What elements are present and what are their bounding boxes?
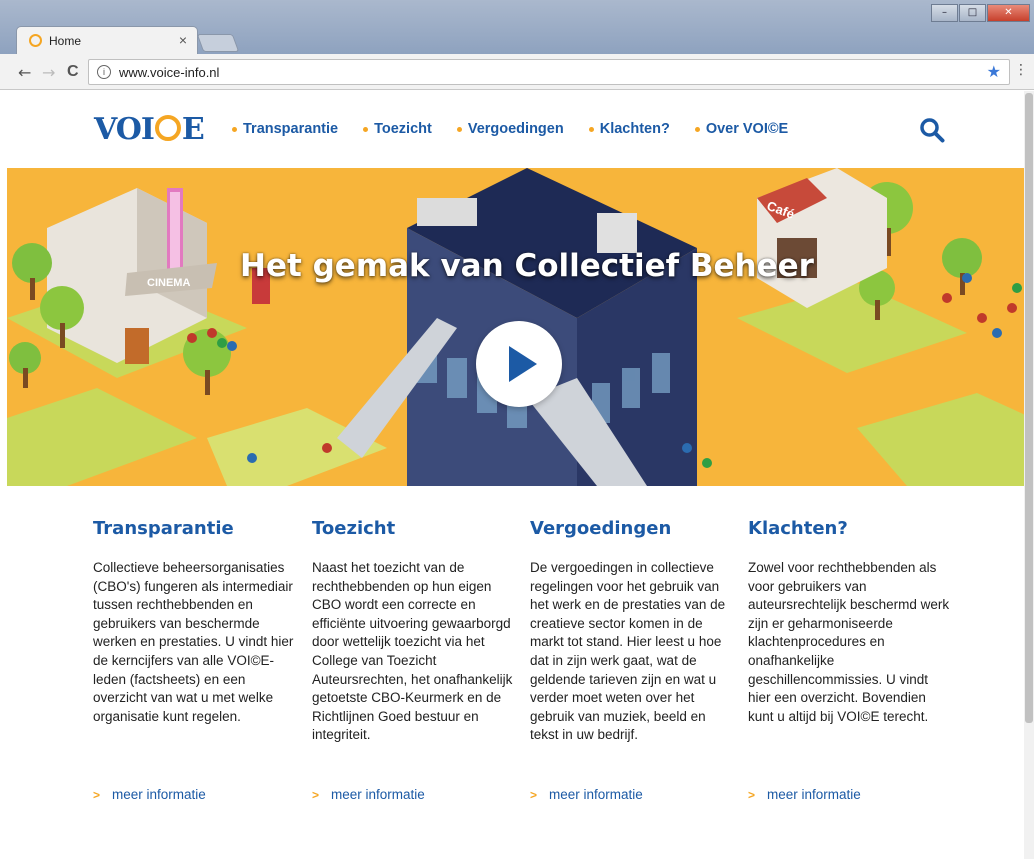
column-toezicht: Toezicht Naast het toezicht van de recht… xyxy=(312,518,517,802)
link-label: meer informatie xyxy=(331,787,425,802)
hero-banner: CINEMA Café Het gemak van Collectief Beh… xyxy=(7,168,1032,486)
bullet-icon xyxy=(588,126,594,132)
column-klachten: Klachten? Zowel voor rechthebbenden als … xyxy=(748,518,953,802)
hero-title: Het gemak van Collectief Beheer xyxy=(240,248,814,284)
link-label: meer informatie xyxy=(112,787,206,802)
nav-item-toezicht[interactable]: Toezicht xyxy=(363,121,432,137)
url-text[interactable]: www.voice-info.nl xyxy=(119,65,219,80)
minimize-button[interactable]: – xyxy=(931,4,958,22)
column-vergoedingen: Vergoedingen De vergoedingen in collecti… xyxy=(530,518,735,802)
voice-logo[interactable]: VOI E xyxy=(94,112,205,147)
nav-item-klachten[interactable]: Klachten? xyxy=(588,121,670,137)
browser-toolbar: ← → C i www.voice-info.nl ★ ⋮ xyxy=(0,54,1034,90)
window-controls: – □ ✕ xyxy=(930,4,1030,22)
column-transparantie: Transparantie Collectieve beheersorganis… xyxy=(93,518,298,802)
logo-text-left: VOI xyxy=(94,112,155,147)
back-button[interactable]: ← xyxy=(18,63,31,82)
nav-item-vergoedingen[interactable]: Vergoedingen xyxy=(456,121,564,137)
more-info-link[interactable]: > meer informatie xyxy=(312,787,517,802)
column-title: Transparantie xyxy=(93,518,234,539)
info-icon[interactable]: i xyxy=(97,65,111,79)
nav-label: Over VOI©E xyxy=(705,121,789,137)
logo-text-right: E xyxy=(181,112,205,147)
tab-title: Home xyxy=(49,34,82,48)
favicon-icon xyxy=(29,34,42,47)
more-info-link[interactable]: > meer informatie xyxy=(748,787,953,802)
bullet-icon xyxy=(694,126,700,132)
reload-button[interactable]: C xyxy=(67,63,79,81)
site-header: VOI E Transparantie Toezicht Vergoedingen… xyxy=(0,91,1034,168)
new-tab-button[interactable] xyxy=(196,34,240,52)
nav-item-over-voice[interactable]: Over VOI©E xyxy=(694,121,789,137)
column-title: Vergoedingen xyxy=(530,518,672,539)
column-body: Zowel voor rechthebbenden als voor gebru… xyxy=(748,560,950,724)
column-body: Collectieve beheersorganisaties (CBO's) … xyxy=(93,560,294,724)
scrollbar-thumb[interactable] xyxy=(1025,93,1033,723)
browser-menu-icon[interactable]: ⋮ xyxy=(1014,62,1028,78)
nav-item-transparantie[interactable]: Transparantie xyxy=(232,121,338,137)
nav-label: Vergoedingen xyxy=(467,121,564,137)
play-video-button[interactable] xyxy=(476,321,562,407)
address-bar[interactable]: i www.voice-info.nl ★ xyxy=(88,59,1010,85)
bullet-icon xyxy=(232,126,237,132)
feature-columns: Transparantie Collectieve beheersorganis… xyxy=(93,518,993,828)
maximize-button[interactable]: □ xyxy=(959,4,986,22)
column-body: Naast het toezicht van de rechthebbenden… xyxy=(312,560,513,743)
bullet-icon xyxy=(363,126,369,132)
nav-label: Toezicht xyxy=(374,121,432,137)
link-label: meer informatie xyxy=(767,787,861,802)
nav-label: Klachten? xyxy=(599,121,670,137)
link-label: meer informatie xyxy=(549,787,643,802)
chevron-right-icon: > xyxy=(748,787,756,802)
column-title: Klachten? xyxy=(748,518,848,539)
chevron-right-icon: > xyxy=(312,787,320,802)
more-info-link[interactable]: > meer informatie xyxy=(530,787,735,802)
column-title: Toezicht xyxy=(312,518,396,539)
logo-ring-icon xyxy=(154,115,181,141)
browser-tab[interactable]: Home × xyxy=(16,26,198,54)
chevron-right-icon: > xyxy=(93,787,101,802)
tab-close-icon[interactable]: × xyxy=(179,32,187,48)
bullet-icon xyxy=(456,126,462,132)
chevron-right-icon: > xyxy=(530,787,538,802)
forward-button[interactable]: → xyxy=(42,63,55,82)
nav-label: Transparantie xyxy=(243,121,339,137)
main-navigation: Transparantie Toezicht Vergoedingen Klac… xyxy=(232,121,813,137)
play-icon xyxy=(509,346,537,382)
more-info-link[interactable]: > meer informatie xyxy=(93,787,298,802)
close-window-button[interactable]: ✕ xyxy=(987,4,1030,22)
column-body: De vergoedingen in collectieve regelinge… xyxy=(530,560,726,743)
star-icon[interactable]: ★ xyxy=(987,62,1001,81)
search-icon[interactable] xyxy=(919,117,945,143)
browser-titlebar: Home × – □ ✕ xyxy=(0,0,1034,54)
